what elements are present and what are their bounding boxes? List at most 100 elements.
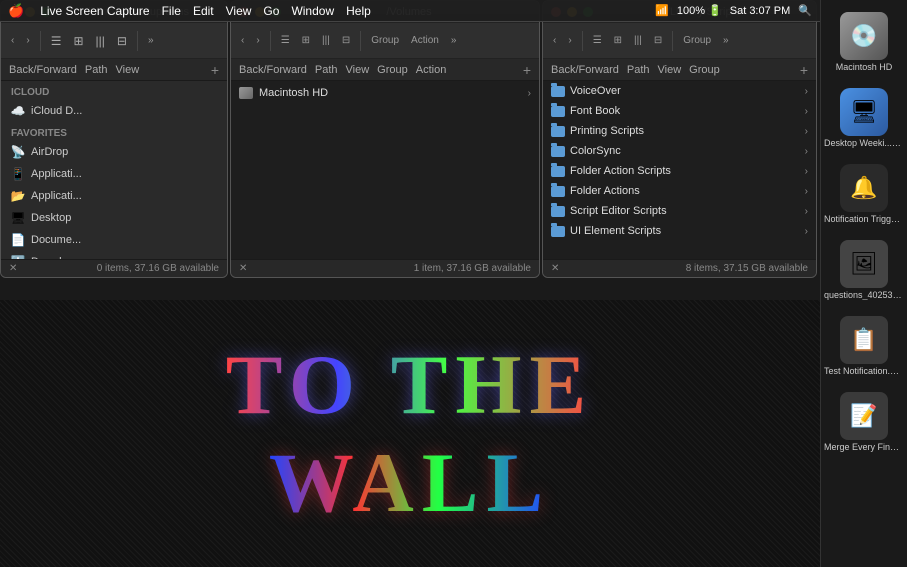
group-btn-s[interactable]: Group bbox=[679, 33, 715, 48]
view-3[interactable]: ||| bbox=[318, 33, 334, 48]
sidebar-item-apps2[interactable]: 📂 Applicati... bbox=[1, 185, 227, 207]
hd-name: Macintosh HD bbox=[259, 87, 522, 99]
sep-v2 bbox=[360, 31, 361, 51]
apps1-label: Applicati... bbox=[31, 168, 82, 180]
more-btn-2[interactable]: » bbox=[447, 33, 461, 48]
dock-item-test[interactable]: 📋 Test Notification.app bbox=[820, 312, 907, 380]
view-s4[interactable]: ⊟ bbox=[650, 33, 666, 48]
menu-window[interactable]: Window bbox=[291, 4, 334, 18]
file-arrow-0: › bbox=[805, 86, 808, 97]
dock-item-merge-finder[interactable]: 📝 Merge Every Finder...ow.scpt bbox=[820, 388, 907, 456]
status-bar-startup: ✕ 0 items, 37.16 GB available bbox=[1, 259, 227, 277]
sep-v1 bbox=[270, 31, 271, 51]
path-bar-startup: Back/Forward Path View + bbox=[1, 59, 227, 81]
back-btn-3[interactable]: ‹ bbox=[549, 33, 560, 48]
close-panel[interactable]: ✕ bbox=[9, 263, 17, 274]
dock-sidebar: 💿 Macintosh HD 🖥 Desktop Weeki...ackups … bbox=[820, 0, 907, 567]
finder-window-scripts: /Library/Scripts ‹ › ☰ ⊞ ||| ⊟ Group » B… bbox=[542, 0, 817, 278]
fwd-btn-3[interactable]: › bbox=[564, 33, 575, 48]
group-btn[interactable]: Group bbox=[367, 33, 403, 48]
sidebar-item-desktop[interactable]: 🖥 Desktop bbox=[1, 207, 227, 229]
view-4[interactable]: ⊟ bbox=[338, 33, 354, 48]
menu-go[interactable]: Go bbox=[263, 4, 279, 18]
section-favorites: Favorites bbox=[1, 122, 227, 141]
view-icon-btn[interactable]: ☰ bbox=[47, 32, 66, 50]
icloud-label: iCloud D... bbox=[31, 105, 82, 117]
dock-item-notification[interactable]: 🔔 Notification Trigger.app bbox=[820, 160, 907, 228]
view-label: View bbox=[116, 64, 140, 76]
desktop-icon: 🖥 bbox=[11, 211, 25, 225]
view-cover-btn[interactable]: ⊟ bbox=[113, 32, 131, 50]
apple-menu[interactable]: 🍎 bbox=[8, 3, 24, 19]
fwd-btn-2[interactable]: › bbox=[252, 33, 263, 48]
file-item-folder-actions[interactable]: Folder Actions› bbox=[543, 181, 816, 201]
sidebar-item-airdrop[interactable]: 📡 AirDrop bbox=[1, 141, 227, 163]
add-btn-3[interactable]: + bbox=[800, 62, 808, 78]
back-btn-2[interactable]: ‹ bbox=[237, 33, 248, 48]
folder-icon-0 bbox=[551, 84, 565, 98]
path-value-2: Path bbox=[315, 64, 338, 76]
file-item-script-editor-scripts[interactable]: Script Editor Scripts› bbox=[543, 201, 816, 221]
view-s2[interactable]: ⊞ bbox=[610, 33, 626, 48]
file-item-voiceover[interactable]: VoiceOver› bbox=[543, 81, 816, 101]
file-name-1: Font Book bbox=[570, 105, 800, 117]
sidebar-startup: iCloud ☁️ iCloud D... Favorites 📡 AirDro… bbox=[1, 81, 227, 259]
close-panel-2[interactable]: ✕ bbox=[239, 263, 247, 274]
add-button[interactable]: + bbox=[211, 62, 219, 78]
sep-s2 bbox=[672, 31, 673, 51]
folder-icon-3 bbox=[551, 144, 565, 158]
folder-icon-1 bbox=[551, 104, 565, 118]
more-btn-3[interactable]: » bbox=[719, 33, 733, 48]
macintosh-hd-row[interactable]: Macintosh HD › bbox=[231, 81, 539, 105]
view-2[interactable]: ⊞ bbox=[298, 33, 314, 48]
app-name[interactable]: Live Screen Capture bbox=[40, 4, 149, 18]
file-name-3: ColorSync bbox=[570, 145, 800, 157]
view-cols-btn[interactable]: ||| bbox=[92, 32, 109, 50]
sidebar-item-icloud[interactable]: ☁️ iCloud D... bbox=[1, 100, 227, 122]
sidebar-item-apps1[interactable]: 📱 Applicati... bbox=[1, 163, 227, 185]
hd-icon bbox=[239, 87, 253, 99]
sidebar-item-downloads[interactable]: ⬇️ Downloa... bbox=[1, 251, 227, 259]
more-btn[interactable]: » bbox=[144, 33, 158, 48]
view-s1[interactable]: ☰ bbox=[589, 33, 606, 48]
menu-wifi[interactable]: 📶 bbox=[655, 4, 669, 17]
desktop-wallpaper: TO THE WALL bbox=[0, 300, 820, 567]
apps2-label: Applicati... bbox=[31, 190, 82, 202]
menu-view[interactable]: View bbox=[226, 4, 252, 18]
dock-label-questions: questions_402539_ap_...16.gif bbox=[824, 290, 904, 300]
wall-text-line2: WALL bbox=[269, 434, 551, 532]
path-label-2: Back/Forward bbox=[239, 64, 307, 76]
view-grid-btn[interactable]: ⊞ bbox=[69, 32, 87, 50]
path-label-3: Back/Forward bbox=[551, 64, 619, 76]
dock-item-questions[interactable]: 🖼 questions_402539_ap_...16.gif bbox=[820, 236, 907, 304]
file-item-font-book[interactable]: Font Book› bbox=[543, 101, 816, 121]
dock-item-desktop-weekly[interactable]: 🖥 Desktop Weeki...ackups bbox=[820, 84, 907, 152]
sidebar-item-documents[interactable]: 📄 Docume... bbox=[1, 229, 227, 251]
forward-button[interactable]: › bbox=[22, 33, 33, 48]
menu-spotlight[interactable]: 🔍 bbox=[798, 4, 812, 17]
dock-item-macintosh-hd[interactable]: 💿 Macintosh HD bbox=[832, 8, 897, 76]
icloud-icon: ☁️ bbox=[11, 104, 25, 118]
add-btn-2[interactable]: + bbox=[523, 62, 531, 78]
group-label-3: Group bbox=[689, 64, 720, 76]
menu-help[interactable]: Help bbox=[346, 4, 371, 18]
back-button[interactable]: ‹ bbox=[7, 33, 18, 48]
dock-label-test: Test Notification.app bbox=[824, 366, 904, 376]
file-item-ui-element-scripts[interactable]: UI Element Scripts› bbox=[543, 221, 816, 241]
menu-file[interactable]: File bbox=[162, 4, 181, 18]
view-s3[interactable]: ||| bbox=[630, 33, 646, 48]
view-label-2: View bbox=[346, 64, 370, 76]
file-name-7: UI Element Scripts bbox=[570, 225, 800, 237]
path-label: Back/Forward bbox=[9, 64, 77, 76]
file-item-colorsync[interactable]: ColorSync› bbox=[543, 141, 816, 161]
documents-icon: 📄 bbox=[11, 233, 25, 247]
status-bar-volumes: ✕ 1 item, 37.16 GB available bbox=[231, 259, 539, 277]
action-btn[interactable]: Action bbox=[407, 33, 443, 48]
view-1[interactable]: ☰ bbox=[277, 33, 294, 48]
close-panel-3[interactable]: ✕ bbox=[551, 263, 559, 274]
notification-icon: 🔔 bbox=[840, 164, 888, 212]
menu-edit[interactable]: Edit bbox=[193, 4, 214, 18]
file-item-folder-action-scripts[interactable]: Folder Action Scripts› bbox=[543, 161, 816, 181]
status-label-2: 1 item, 37.16 GB available bbox=[414, 263, 531, 274]
file-item-printing-scripts[interactable]: Printing Scripts› bbox=[543, 121, 816, 141]
